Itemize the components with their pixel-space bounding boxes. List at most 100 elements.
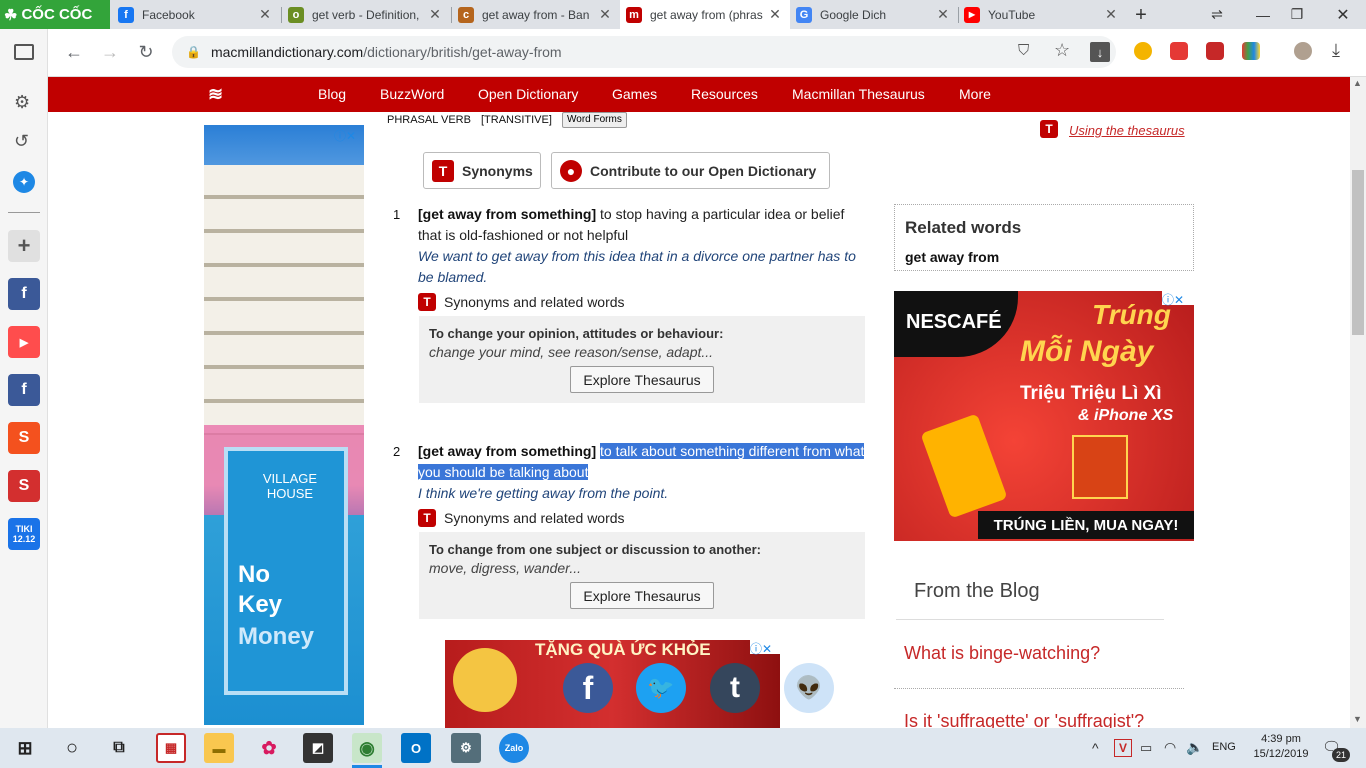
downloads-icon[interactable]: ⤓ bbox=[1332, 40, 1340, 61]
ad-choices-icon[interactable]: ⓘ✕ bbox=[334, 127, 362, 143]
tab-youtube[interactable]: ▶ YouTube ✕ bbox=[958, 0, 1126, 29]
ad-phone-image bbox=[920, 413, 1008, 519]
left-ad-banner[interactable]: ⓘ✕ VILLAGE HOUSE No Key Money bbox=[204, 125, 364, 725]
adblock-icon[interactable] bbox=[1170, 42, 1188, 60]
close-icon[interactable]: ✕ bbox=[1102, 6, 1120, 23]
volume-icon[interactable]: 🔈 bbox=[1186, 739, 1203, 756]
language-indicator[interactable]: ENG bbox=[1212, 741, 1236, 753]
right-ad-banner[interactable]: NESCAFÉ Trúng Mỗi Ngày Triệu Triệu Lì Xì… bbox=[894, 291, 1194, 541]
related-word-link[interactable]: get away from bbox=[905, 249, 999, 265]
brand-label: CỐC CỐC bbox=[21, 6, 93, 23]
ad-choices-icon[interactable]: ⓘ✕ bbox=[1162, 291, 1194, 307]
coccoc-taskbar-icon[interactable]: ◉ bbox=[352, 733, 382, 763]
file-explorer-icon[interactable]: ▬ bbox=[204, 733, 234, 763]
zalo-icon[interactable]: Zalo bbox=[499, 733, 529, 763]
ad-choices-icon[interactable]: ⓘ✕ bbox=[750, 640, 780, 656]
task-view-icon[interactable]: ⧉ bbox=[104, 733, 134, 763]
using-thesaurus-link[interactable]: Using the thesaurus bbox=[1069, 123, 1185, 138]
tab-title: get verb - Definition, bbox=[312, 7, 420, 22]
sidebar-divider bbox=[8, 212, 40, 213]
explore-thesaurus-button[interactable]: Explore Thesaurus bbox=[570, 582, 714, 609]
share-reddit-icon[interactable]: 👽 bbox=[784, 663, 834, 713]
tab-macmillan[interactable]: m get away from (phras ✕ bbox=[620, 0, 790, 29]
synonyms-related-toggle[interactable]: T Synonyms and related words bbox=[418, 509, 625, 527]
settings-gear-icon[interactable]: ⚙ bbox=[14, 92, 30, 113]
outlook-icon[interactable]: O bbox=[401, 733, 431, 763]
synonyms-button[interactable]: T Synonyms bbox=[423, 152, 541, 189]
bookmark-star-icon[interactable]: ☆ bbox=[1054, 40, 1070, 61]
paint-app-icon[interactable]: ✿ bbox=[254, 733, 284, 763]
tab-search-icon[interactable]: ⇌ bbox=[1194, 0, 1240, 29]
ad-building-image bbox=[204, 165, 364, 435]
nav-thesaurus[interactable]: Macmillan Thesaurus bbox=[792, 77, 925, 112]
new-tab-button[interactable]: + bbox=[1128, 2, 1154, 28]
reload-icon[interactable]: ↻ bbox=[134, 40, 158, 64]
nav-blog[interactable]: Blog bbox=[318, 77, 346, 112]
profile-avatar[interactable] bbox=[1294, 42, 1312, 60]
nav-resources[interactable]: Resources bbox=[691, 77, 758, 112]
tiki-shortcut-icon[interactable]: TIKI 12.12 bbox=[8, 518, 40, 550]
clock[interactable]: 4:39 pm 15/12/2019 bbox=[1252, 733, 1310, 760]
blog-post-link[interactable]: What is binge-watching? bbox=[904, 643, 1100, 664]
nav-open-dictionary[interactable]: Open Dictionary bbox=[478, 77, 578, 112]
sidebar-toggle-icon[interactable] bbox=[14, 44, 34, 60]
close-window-button[interactable]: ✕ bbox=[1320, 0, 1366, 29]
messenger-icon[interactable]: ✦ bbox=[13, 171, 35, 193]
wifi-icon[interactable]: ◠ bbox=[1164, 739, 1176, 756]
tab-title: YouTube bbox=[988, 7, 1036, 22]
coccoc-logo[interactable]: ☘ CỐC CỐC bbox=[0, 0, 110, 29]
tab-get-verb[interactable]: o get verb - Definition, ✕ bbox=[282, 0, 450, 29]
ad-line-2: Mỗi Ngày bbox=[1020, 335, 1154, 368]
close-icon[interactable]: ✕ bbox=[766, 6, 784, 23]
sendo-shortcut-icon[interactable]: S bbox=[8, 470, 40, 502]
download-page-icon[interactable]: ↓ bbox=[1090, 42, 1110, 62]
explore-thesaurus-button[interactable]: Explore Thesaurus bbox=[570, 366, 714, 393]
nav-buzzword[interactable]: BuzzWord bbox=[380, 77, 444, 112]
color-extension-icon[interactable] bbox=[1242, 42, 1260, 60]
scrollbar-thumb[interactable] bbox=[1352, 170, 1364, 335]
close-icon[interactable]: ✕ bbox=[256, 6, 274, 23]
chrome-extension-icon[interactable] bbox=[1134, 42, 1152, 60]
back-icon[interactable]: ← bbox=[62, 40, 86, 64]
nav-games[interactable]: Games bbox=[612, 77, 657, 112]
highlighted-definition: to talk about something different from w… bbox=[600, 443, 865, 459]
app-pinned-icon[interactable]: ▦ bbox=[156, 733, 186, 763]
history-icon[interactable]: ↺ bbox=[14, 131, 29, 152]
tab-facebook[interactable]: f Facebook ✕ bbox=[112, 0, 280, 29]
word-forms-button[interactable]: Word Forms bbox=[562, 112, 627, 128]
close-icon[interactable]: ✕ bbox=[596, 6, 614, 23]
share-facebook-icon[interactable]: f bbox=[563, 663, 613, 713]
share-tumblr-icon[interactable]: t bbox=[710, 663, 760, 713]
facebook-shortcut-icon-2[interactable]: f bbox=[8, 374, 40, 406]
forward-icon[interactable]: → bbox=[98, 40, 122, 64]
tab-cambridge[interactable]: c get away from - Ban ✕ bbox=[452, 0, 620, 29]
blog-post-link[interactable]: Is it 'suffragette' or 'suffragist'? bbox=[904, 711, 1144, 728]
sticky-app-icon[interactable]: ◩ bbox=[303, 733, 333, 763]
facebook-shortcut-icon[interactable]: f bbox=[8, 278, 40, 310]
contribute-button[interactable]: ● Contribute to our Open Dictionary bbox=[551, 152, 830, 189]
close-icon[interactable]: ✕ bbox=[934, 6, 952, 23]
share-twitter-icon[interactable]: 🐦 bbox=[636, 663, 686, 713]
shield-icon[interactable]: ⛉ bbox=[1018, 42, 1029, 59]
address-bar[interactable]: 🔒 macmillandictionary.com/dictionary/bri… bbox=[172, 36, 1116, 68]
scroll-up-arrow-icon[interactable]: ▲ bbox=[1353, 78, 1362, 88]
close-icon[interactable]: ✕ bbox=[426, 6, 444, 23]
shopee-shortcut-icon[interactable]: S bbox=[8, 422, 40, 454]
scroll-down-arrow-icon[interactable]: ▼ bbox=[1353, 714, 1362, 724]
search-icon[interactable]: ○ bbox=[57, 733, 87, 763]
nav-more[interactable]: More bbox=[959, 77, 991, 112]
oxford-icon: o bbox=[288, 6, 304, 23]
add-shortcut-icon[interactable]: + bbox=[8, 230, 40, 262]
battery-icon[interactable]: ▭ bbox=[1140, 740, 1152, 756]
maximize-button[interactable]: ❐ bbox=[1274, 0, 1320, 29]
tab-google-translate[interactable]: G Google Dich ✕ bbox=[790, 0, 958, 29]
macmillan-logo-icon[interactable]: ≋ bbox=[208, 84, 234, 104]
sense-phrase: [get away from something] bbox=[418, 443, 597, 459]
unikey-icon[interactable]: V bbox=[1114, 739, 1132, 757]
synonyms-related-toggle[interactable]: T Synonyms and related words bbox=[418, 293, 625, 311]
youtube-shortcut-icon[interactable]: ▶ bbox=[8, 326, 40, 358]
settings-app-icon[interactable]: ⚙ bbox=[451, 733, 481, 763]
windows-start-icon[interactable]: ⊞ bbox=[10, 733, 40, 763]
tray-chevron-icon[interactable]: ^ bbox=[1092, 740, 1099, 756]
save-extension-icon[interactable] bbox=[1206, 42, 1224, 60]
